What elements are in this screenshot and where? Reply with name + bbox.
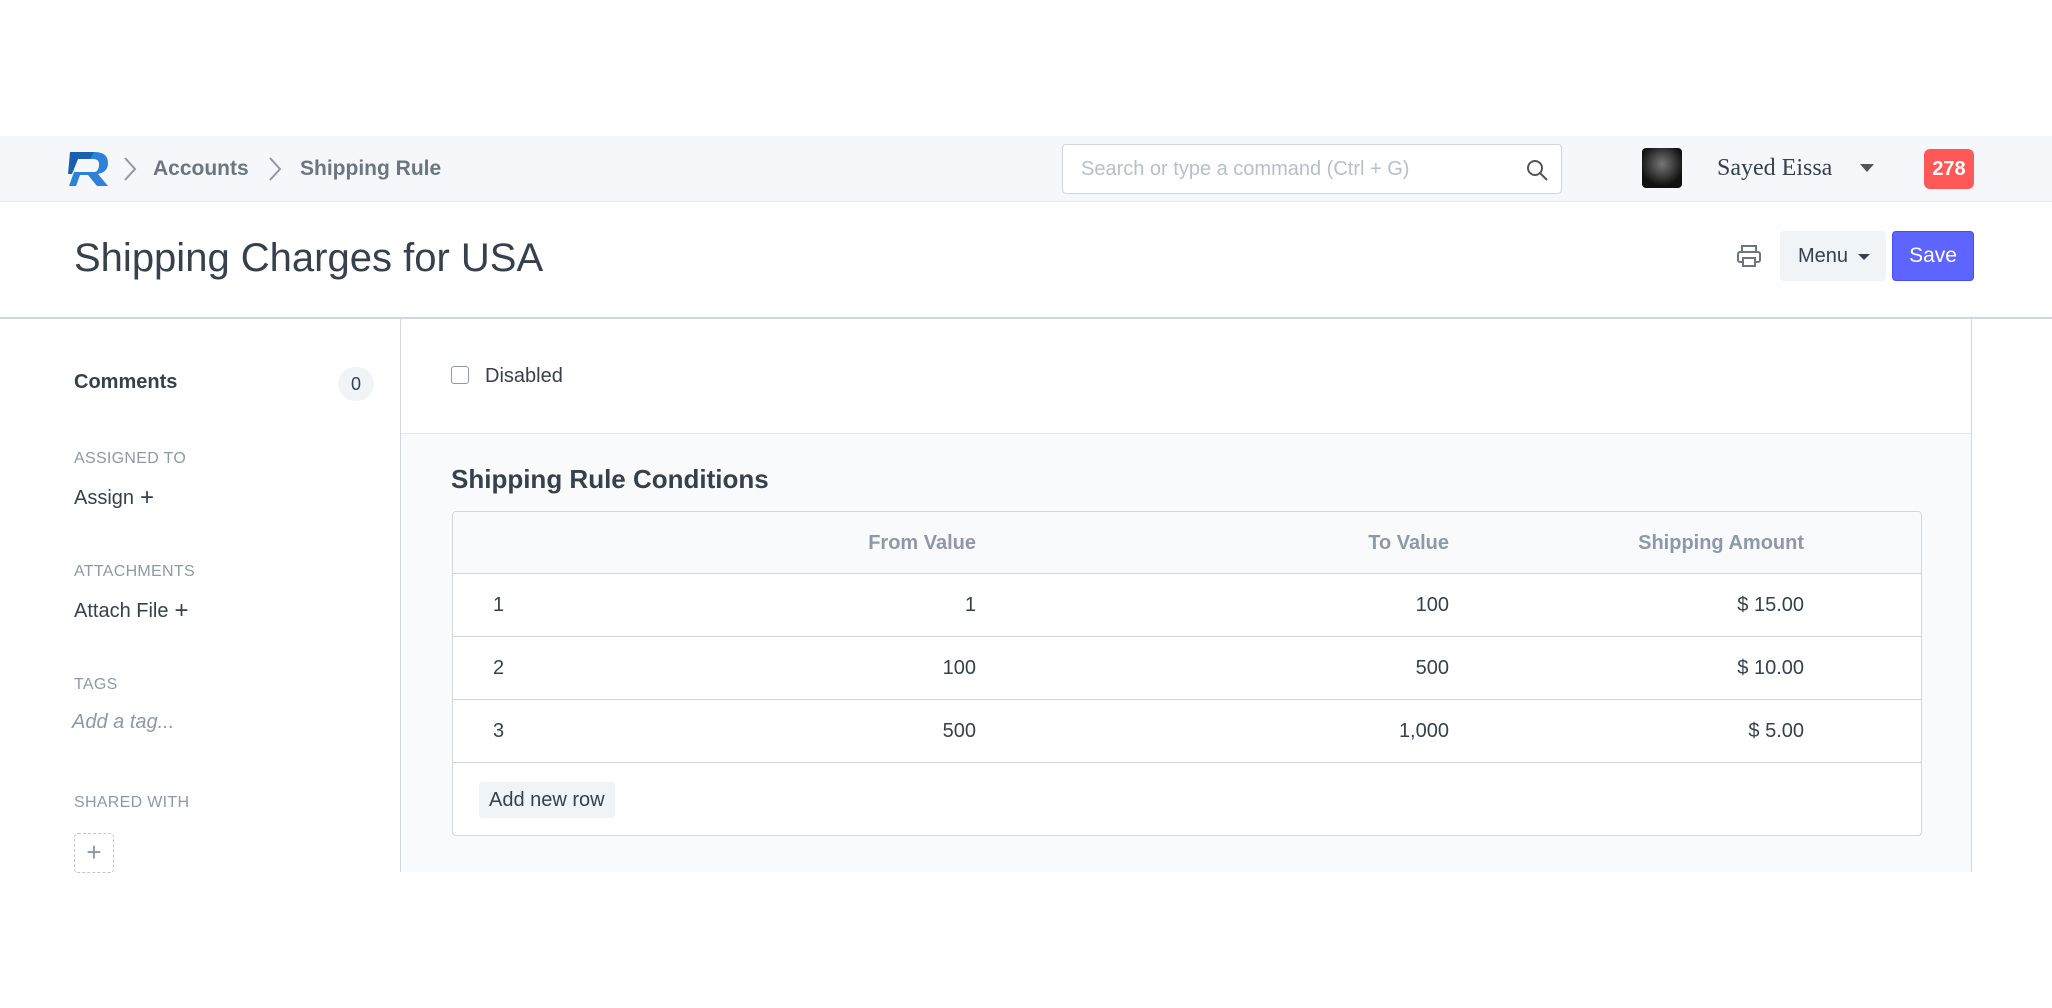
row-index: 2 (493, 657, 505, 679)
table-header: From Value To Value Shipping Amount (453, 512, 1921, 574)
disabled-section: Disabled (401, 319, 1971, 434)
app-window: Accounts Shipping Rule Search or type a … (0, 0, 2052, 1008)
to-value-cell[interactable]: 1,000 (1399, 720, 1449, 743)
form-main: Disabled Shipping Rule Conditions From V… (400, 319, 1972, 872)
navbar: Accounts Shipping Rule Search or type a … (0, 136, 2052, 202)
shipping-amount-cell[interactable]: $ 5.00 (1748, 720, 1804, 743)
search-placeholder: Search or type a command (Ctrl + G) (1081, 158, 1410, 180)
comments-label[interactable]: Comments (74, 371, 177, 394)
assign-link[interactable]: Assign + (74, 484, 154, 512)
table-row[interactable]: 2 100 500 $ 10.00 (453, 637, 1921, 700)
sidebar: Comments 0 ASSIGNED TO Assign + ATTACHMEN… (0, 319, 400, 873)
menu-button-label: Menu (1798, 245, 1849, 267)
shared-with-label: SHARED WITH (74, 794, 190, 811)
caret-down-icon[interactable] (1860, 164, 1874, 172)
disabled-checkbox[interactable] (451, 366, 469, 384)
add-tag-input[interactable]: Add a tag... (72, 711, 174, 734)
add-share-button[interactable]: + (74, 833, 114, 873)
to-value-cell[interactable]: 500 (1416, 657, 1449, 680)
search-input[interactable]: Search or type a command (Ctrl + G) (1062, 144, 1562, 194)
shipping-amount-cell[interactable]: $ 15.00 (1737, 594, 1804, 617)
breadcrumb-shipping-rule[interactable]: Shipping Rule (300, 157, 441, 181)
avatar[interactable] (1642, 148, 1682, 188)
table-row[interactable]: 1 1 100 $ 15.00 (453, 574, 1921, 637)
user-name[interactable]: Sayed Eissa (1717, 155, 1832, 182)
tags-label: TAGS (74, 676, 118, 693)
page-title: Shipping Charges for USA (74, 236, 544, 280)
column-header-shipping-amount: Shipping Amount (1638, 532, 1804, 554)
plus-icon: + (140, 484, 155, 511)
table-row[interactable]: 3 500 1,000 $ 5.00 (453, 700, 1921, 763)
add-new-row-button[interactable]: Add new row (479, 782, 615, 818)
row-index: 1 (493, 594, 505, 616)
breadcrumb-accounts[interactable]: Accounts (153, 157, 249, 181)
R-logo-icon[interactable] (68, 150, 110, 188)
page-head: Shipping Charges for USA Menu Save (0, 202, 2052, 319)
from-value-cell[interactable]: 1 (965, 594, 976, 617)
shipping-amount-cell[interactable]: $ 10.00 (1737, 657, 1804, 680)
attach-file-link[interactable]: Attach File + (74, 597, 189, 625)
menu-button[interactable]: Menu (1780, 231, 1886, 281)
disabled-label[interactable]: Disabled (485, 365, 563, 388)
chevron-right-icon (269, 157, 282, 181)
plus-icon: + (174, 597, 189, 624)
print-icon[interactable] (1736, 244, 1762, 268)
caret-down-icon (1858, 254, 1870, 260)
row-index: 3 (493, 720, 505, 742)
column-header-from-value: From Value (868, 532, 976, 554)
chevron-right-icon (124, 157, 137, 181)
attachments-label: ATTACHMENTS (74, 563, 195, 580)
assigned-to-label: ASSIGNED TO (74, 450, 187, 467)
to-value-cell[interactable]: 100 (1416, 594, 1449, 617)
save-button[interactable]: Save (1892, 231, 1974, 281)
conditions-table: From Value To Value Shipping Amount 1 1 … (452, 511, 1922, 836)
assign-link-label: Assign (74, 487, 135, 509)
notification-badge[interactable]: 278 (1924, 149, 1974, 189)
search-icon (1527, 160, 1548, 181)
attach-file-label: Attach File (74, 600, 169, 622)
column-header-to-value: To Value (1368, 532, 1449, 554)
section-title: Shipping Rule Conditions (451, 464, 769, 494)
from-value-cell[interactable]: 500 (943, 720, 976, 743)
comments-count-badge: 0 (338, 367, 374, 401)
from-value-cell[interactable]: 100 (943, 657, 976, 680)
